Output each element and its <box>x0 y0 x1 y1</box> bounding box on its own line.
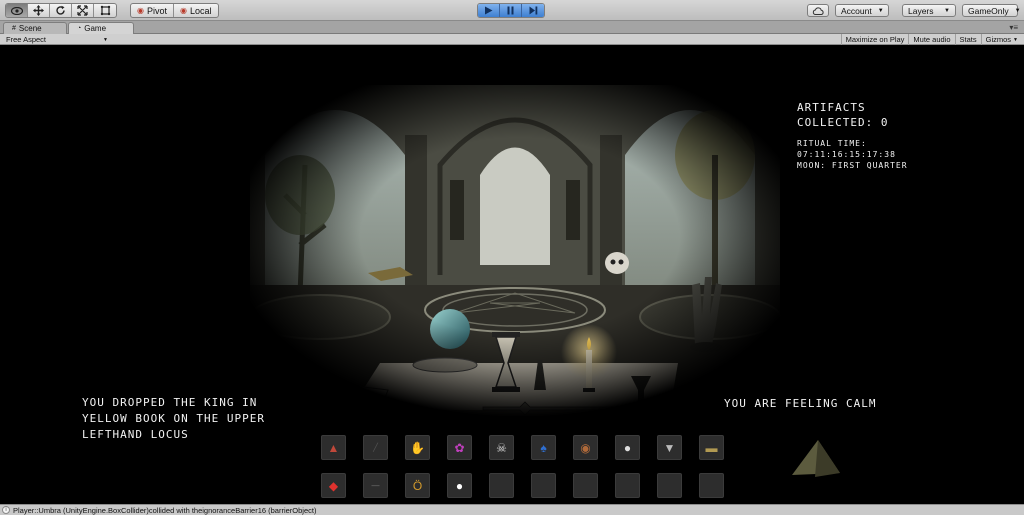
inventory-slot-empty[interactable] <box>699 473 724 498</box>
book-icon: ▬ <box>705 440 718 455</box>
cloud-button[interactable] <box>807 4 829 17</box>
tab-scene-label: Scene <box>18 24 42 33</box>
maximize-on-play-button[interactable]: Maximize on Play <box>840 34 909 45</box>
stats-button[interactable]: Stats <box>954 34 981 45</box>
artifacts-count: Collected: 0 <box>797 116 889 129</box>
inventory-slot-empty[interactable] <box>573 473 598 498</box>
dagger-icon: — <box>371 481 380 490</box>
ritual-info: Ritual Time: 07:11:16:15:17:38 Moon: Fir… <box>797 138 937 171</box>
chevron-down-icon: ▼ <box>103 36 108 43</box>
tab-game-label: Game <box>84 24 107 33</box>
orb-icon: ● <box>455 478 464 493</box>
stick-icon: ╱ <box>373 443 378 452</box>
chevron-down-icon: ▼ <box>1014 7 1021 14</box>
move-icon[interactable] <box>28 4 50 17</box>
inventory-slot-skull[interactable]: ☠ <box>489 435 514 460</box>
layout-label: GameOnly <box>968 5 1009 16</box>
inventory-slot-empty[interactable] <box>489 473 514 498</box>
gizmos-label: Gizmos <box>985 35 1012 44</box>
mask-icon: ● <box>623 440 632 455</box>
inventory-slot-potion[interactable]: ▲ <box>321 435 346 460</box>
inventory-slot-empty[interactable] <box>615 473 640 498</box>
inventory-slot-empty[interactable] <box>531 473 556 498</box>
event-message: You dropped the King in Yellow Book on t… <box>82 396 265 441</box>
transform-tools <box>5 3 117 18</box>
inventory-slot-goblet[interactable]: ▼ <box>657 435 682 460</box>
goblet-icon: ▼ <box>663 440 676 455</box>
skull-icon: ☠ <box>496 440 507 455</box>
ritual-time-value: 07:11:16:15:17:38 <box>797 150 896 159</box>
inventory-slot-book[interactable]: ▬ <box>699 435 724 460</box>
tab-menu-icon[interactable]: ▾≡ <box>1009 23 1018 32</box>
pivot-icon: ◉ <box>137 6 144 15</box>
tab-scene[interactable]: # Scene <box>3 22 67 34</box>
inventory-slot-empty[interactable] <box>657 473 682 498</box>
mood-status: You are feeling calm <box>724 397 877 410</box>
ritual-time-label: Ritual Time: <box>797 139 867 148</box>
aspect-label: Free Aspect <box>6 35 47 44</box>
play-icon <box>485 6 493 15</box>
mute-audio-button[interactable]: Mute audio <box>908 34 954 45</box>
inventory-slot-blue-flame[interactable]: ♠ <box>531 435 556 460</box>
gizmos-button[interactable]: Gizmos ▼ <box>980 34 1022 45</box>
step-icon <box>529 6 537 15</box>
chevron-down-icon: ▼ <box>1013 36 1018 43</box>
local-button[interactable]: ◉ Local <box>174 4 218 17</box>
necklace-icon: Ö <box>412 478 423 493</box>
chevron-down-icon: ▼ <box>877 7 884 14</box>
hand-icon[interactable] <box>6 4 28 17</box>
rotate-icon[interactable] <box>50 4 72 17</box>
scale-icon[interactable] <box>72 4 94 17</box>
layers-dropdown[interactable]: Layers ▼ <box>902 4 956 17</box>
account-dropdown[interactable]: Account ▼ <box>835 4 889 17</box>
cloud-icon <box>812 6 824 15</box>
info-icon: i <box>2 506 10 514</box>
inventory-slot-orb[interactable]: ● <box>447 473 472 498</box>
tab-game[interactable]: ◔ Game <box>68 22 134 34</box>
inventory-slot-amulet[interactable]: ◉ <box>573 435 598 460</box>
hand-icon: ✋ <box>410 440 425 455</box>
pause-icon <box>507 6 514 15</box>
play-controls <box>477 3 545 18</box>
pacman-icon: ◔ <box>77 25 82 32</box>
potion-icon: ▲ <box>327 440 340 455</box>
game-view[interactable]: Artifacts Collected: 0 Ritual Time: 07:1… <box>0 45 1024 504</box>
rect-icon[interactable] <box>94 4 116 17</box>
moon-phase: Moon: First Quarter <box>797 161 908 170</box>
inventory-slot-hand[interactable]: ✋ <box>405 435 430 460</box>
pivot-button[interactable]: ◉ Pivot <box>131 4 174 17</box>
account-label: Account <box>841 5 872 16</box>
layers-label: Layers <box>908 5 934 16</box>
local-label: Local <box>189 5 212 16</box>
inventory-slot-flower[interactable]: ✿ <box>447 435 472 460</box>
view-tabs: # Scene ◔ Game ▾≡ <box>0 21 1024 34</box>
pivot-label: Pivot <box>146 5 167 16</box>
artifacts-label: Artifacts <box>797 101 866 114</box>
editor-toolbar: ◉ Pivot ◉ Local Account ▼ Layers ▼ GameO… <box>0 0 1024 21</box>
step-button[interactable] <box>522 4 544 17</box>
inventory-slot-dagger[interactable]: — <box>363 473 388 498</box>
inventory-slot-necklace[interactable]: Ö <box>405 473 430 498</box>
flower-icon: ✿ <box>454 440 465 455</box>
game-view-controls: Free Aspect ▼ Maximize on Play Mute audi… <box>0 34 1024 45</box>
console-message: Player::Umbra (UnityEngine.BoxCollider)c… <box>13 505 317 515</box>
console-status-bar[interactable]: i Player::Umbra (UnityEngine.BoxCollider… <box>0 504 1024 515</box>
inventory-slot-crystal[interactable]: ◆ <box>321 473 346 498</box>
layout-dropdown[interactable]: GameOnly ▼ <box>962 4 1021 17</box>
artifacts-counter: Artifacts Collected: 0 <box>797 100 917 130</box>
pause-button[interactable] <box>500 4 522 17</box>
grid-icon: # <box>12 25 16 32</box>
blue-flame-icon: ♠ <box>540 440 547 455</box>
pivot-local-group: ◉ Pivot ◉ Local <box>130 3 219 18</box>
inventory-slot-empty[interactable]: ╱ <box>363 435 388 460</box>
aspect-dropdown[interactable]: Free Aspect ▼ <box>2 34 112 45</box>
chevron-down-icon: ▼ <box>944 7 950 14</box>
local-icon: ◉ <box>180 6 187 15</box>
play-button[interactable] <box>478 4 500 17</box>
crystal-icon: ◆ <box>328 478 339 493</box>
amulet-icon: ◉ <box>580 440 591 455</box>
inventory-slot-mask[interactable]: ● <box>615 435 640 460</box>
